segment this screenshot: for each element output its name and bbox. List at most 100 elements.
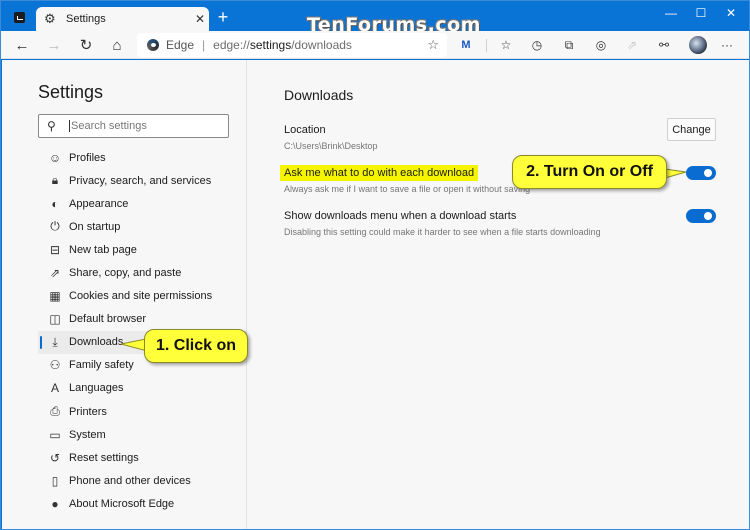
home-icon: ⌂ bbox=[112, 36, 122, 54]
ask-setting-description: Always ask me if I want to save a file o… bbox=[284, 184, 531, 194]
toggle-knob bbox=[704, 169, 712, 177]
ask-setting-label: Ask me what to do with each download bbox=[280, 165, 479, 181]
edge-logo-icon bbox=[147, 39, 159, 51]
sidebar-item-label: Phone and other devices bbox=[69, 474, 191, 487]
tab-actions-button[interactable] bbox=[9, 7, 29, 27]
show-menu-label: Show downloads menu when a download star… bbox=[284, 210, 517, 222]
profile-icon: ☺ bbox=[48, 150, 62, 165]
tab-actions-icon bbox=[13, 11, 25, 23]
sidebar-item-label: Share, copy, and paste bbox=[69, 267, 182, 280]
extensions-icon[interactable]: ⚯ bbox=[655, 36, 673, 54]
sidebar-item-label: New tab page bbox=[69, 243, 137, 256]
toggle-knob bbox=[704, 212, 712, 220]
sidebar-item-privacy[interactable]: 🔒︎ Privacy, search, and services bbox=[38, 169, 246, 192]
sidebar-item-label: On startup bbox=[69, 220, 121, 233]
sidebar-item-phone-devices[interactable]: ▯ Phone and other devices bbox=[38, 469, 246, 492]
collections-icon[interactable]: ⧉ bbox=[560, 36, 578, 54]
sidebar-item-languages[interactable]: A Languages bbox=[38, 377, 246, 400]
search-settings-field[interactable]: ⚲ bbox=[38, 114, 229, 138]
tab-settings[interactable]: ⚙ Settings ✕ bbox=[36, 7, 209, 31]
close-tab-icon[interactable]: ✕ bbox=[191, 12, 209, 26]
sidebar-item-new-tab-page[interactable]: ⊟ New tab page bbox=[38, 238, 246, 261]
sidebar-item-share-copy-paste[interactable]: ⇗ Share, copy, and paste bbox=[38, 261, 246, 284]
url-host: settings bbox=[249, 38, 292, 52]
maximize-button[interactable]: ☐ bbox=[686, 5, 716, 21]
lock-icon: 🔒︎ bbox=[51, 173, 59, 188]
sidebar-item-appearance[interactable]: ◐ Appearance bbox=[38, 192, 246, 215]
settings-page: Settings ⚲ ☺ Profiles 🔒︎ Privacy, search, … bbox=[2, 60, 749, 529]
new-tab-button[interactable]: + bbox=[213, 7, 233, 27]
history-icon[interactable]: ◷ bbox=[528, 36, 546, 54]
site-label: Edge bbox=[166, 38, 195, 52]
url-path: /downloads bbox=[291, 38, 352, 52]
forward-button[interactable]: → bbox=[43, 34, 65, 56]
downloads-panel: Downloads Location C:\Users\Brink\Deskto… bbox=[248, 60, 749, 529]
callout-step-1: 1. Click on bbox=[144, 329, 248, 363]
back-arrow-icon: ← bbox=[14, 36, 30, 54]
sidebar-item-on-startup[interactable]: ⏻ On startup bbox=[38, 215, 246, 238]
sidebar-item-label: System bbox=[69, 428, 106, 441]
sidebar-item-label: About Microsoft Edge bbox=[69, 497, 175, 510]
favorites-add-icon[interactable]: ☆ bbox=[427, 37, 439, 53]
palette-icon: ◐ bbox=[51, 196, 59, 211]
settings-sidebar: Settings ⚲ ☺ Profiles 🔒︎ Privacy, search, … bbox=[2, 60, 247, 529]
edge-logo-icon: ● bbox=[51, 496, 59, 511]
sidebar-item-label: Family safety bbox=[69, 359, 134, 372]
laptop-icon: ▭ bbox=[49, 427, 61, 442]
sidebar-item-reset-settings[interactable]: ↺ Reset settings bbox=[38, 446, 246, 469]
toolbar-divider bbox=[486, 39, 487, 52]
printer-icon: ⎙ bbox=[50, 404, 60, 419]
search-input[interactable] bbox=[69, 120, 219, 132]
sidebar-item-label: Default browser bbox=[69, 313, 147, 326]
page-title: Downloads bbox=[284, 87, 354, 103]
web-capture-icon[interactable]: ◎ bbox=[592, 36, 610, 54]
download-icon: ⤓ bbox=[52, 334, 58, 349]
close-window-button[interactable]: ✕ bbox=[716, 5, 746, 21]
location-path: C:\Users\Brink\Desktop bbox=[284, 141, 378, 151]
share-icon[interactable]: ⇗ bbox=[623, 36, 641, 54]
malwarebytes-icon[interactable]: M bbox=[457, 36, 475, 54]
sidebar-item-about-edge[interactable]: ● About Microsoft Edge bbox=[38, 492, 246, 515]
reset-icon: ↺ bbox=[49, 450, 61, 465]
sidebar-item-label: Languages bbox=[69, 382, 124, 395]
search-icon: ⚲ bbox=[47, 119, 56, 133]
sidebar-item-printers[interactable]: ⎙ Printers bbox=[38, 400, 246, 423]
location-label: Location bbox=[284, 124, 326, 136]
show-menu-description: Disabling this setting could make it har… bbox=[284, 227, 601, 237]
share-icon: ⇗ bbox=[49, 266, 61, 281]
address-separator: | bbox=[202, 38, 206, 52]
new-tab-icon: ⊟ bbox=[49, 242, 61, 257]
default-browser-icon: ◫ bbox=[49, 312, 61, 327]
url-prefix: edge:// bbox=[213, 38, 250, 52]
refresh-icon: ↻ bbox=[79, 37, 93, 54]
sidebar-item-label: Profiles bbox=[69, 151, 106, 164]
languages-icon: A bbox=[50, 381, 59, 396]
sidebar-item-cookies[interactable]: ▦ Cookies and site permissions bbox=[38, 285, 246, 308]
back-button[interactable]: ← bbox=[11, 34, 33, 56]
family-icon: ⚇ bbox=[49, 358, 61, 373]
minimize-button[interactable]: — bbox=[656, 5, 686, 21]
sidebar-item-label: Privacy, search, and services bbox=[69, 174, 212, 187]
address-bar[interactable]: Edge | edge://settings/downloads ☆ bbox=[137, 33, 447, 57]
sidebar-item-profiles[interactable]: ☺ Profiles bbox=[38, 146, 246, 169]
show-menu-toggle[interactable] bbox=[686, 209, 716, 223]
favorites-icon[interactable]: ☆ bbox=[497, 36, 515, 54]
title-bar: ⚙ Settings ✕ + TenForums.com — ☐ ✕ bbox=[1, 1, 749, 36]
callout-step-2: 2. Turn On or Off bbox=[512, 155, 667, 189]
ask-setting-text: Ask me what to do with each download bbox=[280, 165, 479, 181]
more-icon[interactable]: ··· bbox=[718, 36, 736, 54]
refresh-button[interactable]: ↻ bbox=[75, 34, 97, 56]
gear-icon: ⚙ bbox=[44, 11, 56, 26]
tab-title: Settings bbox=[66, 13, 106, 25]
sidebar-item-label: Printers bbox=[69, 405, 107, 418]
toolbar: ← → ↻ ⌂ Edge | edge://settings/downloads… bbox=[1, 31, 749, 59]
cookies-icon: ▦ bbox=[49, 289, 61, 304]
phone-icon: ▯ bbox=[51, 473, 59, 488]
sidebar-item-default-browser[interactable]: ◫ Default browser bbox=[38, 308, 246, 331]
sidebar-item-system[interactable]: ▭ System bbox=[38, 423, 246, 446]
change-location-button[interactable]: Change bbox=[667, 118, 716, 141]
home-button[interactable]: ⌂ bbox=[106, 34, 128, 56]
settings-title: Settings bbox=[38, 82, 104, 102]
profile-avatar[interactable] bbox=[689, 36, 707, 54]
sidebar-item-label: Cookies and site permissions bbox=[69, 290, 213, 303]
